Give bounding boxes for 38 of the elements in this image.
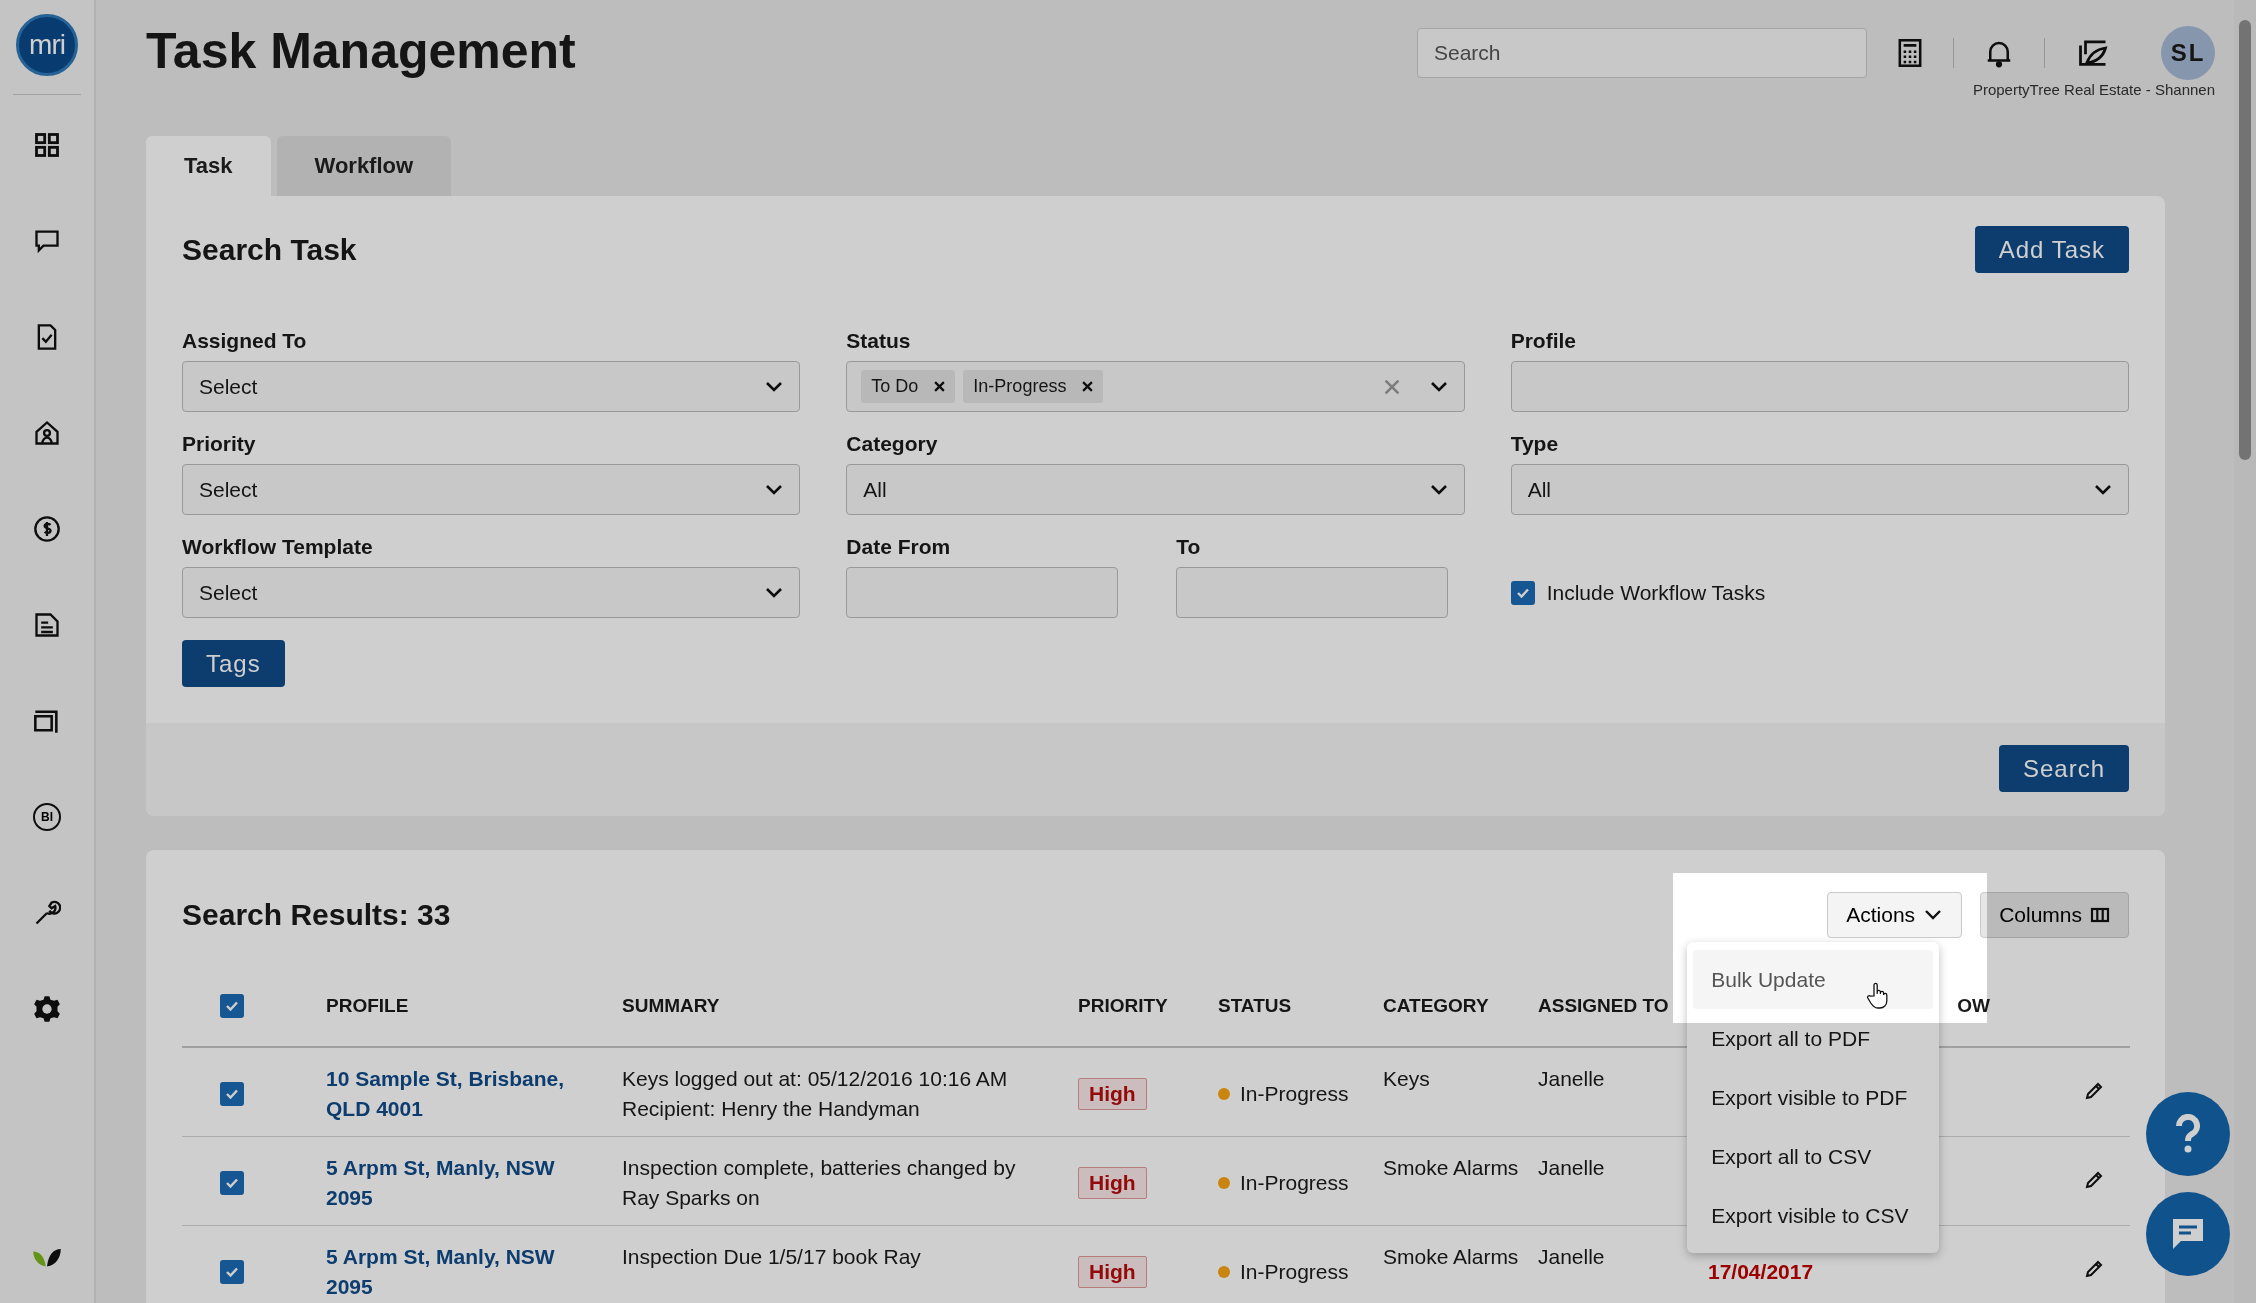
summary-text: Inspection Due 1/5/17 book Ray — [622, 1244, 922, 1270]
column-header: PROFILE — [326, 995, 409, 1016]
field-label: Assigned To — [182, 329, 308, 353]
status-text: In-Progress — [1240, 1081, 1349, 1107]
column-header: SUMMARY — [622, 995, 720, 1016]
company-name: PropertyTree Real Estate - Shannen — [1972, 81, 2215, 98]
category-text: Smoke Alarms — [1383, 1156, 1519, 1179]
column-header: PRIORITY — [1078, 995, 1168, 1016]
field-label: To — [1176, 535, 1202, 559]
column-header: CATEGORY — [1383, 995, 1489, 1016]
checkbox-label: Include Workflow Tasks — [1546, 580, 1766, 605]
chevron-down-icon — [1923, 909, 1944, 921]
menu-item[interactable]: Bulk Update — [1693, 950, 1934, 1009]
field-label: Priority — [182, 432, 257, 456]
field-label: Type — [1510, 432, 1560, 456]
field-label: Category — [846, 432, 939, 456]
panel-title: Search Task — [182, 232, 357, 267]
summary-text: Inspection complete, batteries changed by Ray Sparks on — [622, 1155, 1017, 1211]
status-text: In-Progress — [1240, 1259, 1349, 1285]
column-header: OW — [1957, 995, 1990, 1016]
summary-text: Keys logged out at: 05/12/2016 10:16 AM Recipient: Henry the Handyman — [622, 1066, 1009, 1122]
results-title: Search Results: 33 — [182, 898, 451, 932]
assignee-text: Janelle — [1538, 1156, 1605, 1179]
hand-cursor-icon — [1867, 982, 1890, 1010]
field-label: Profile — [1510, 329, 1577, 353]
category-text: Smoke Alarms — [1383, 1245, 1519, 1268]
assignee-text: Janelle — [1538, 1245, 1605, 1268]
column-header: STATUS — [1218, 995, 1292, 1016]
due-date: 17/04/2017 — [1708, 1260, 1814, 1283]
field-label: Workflow Template — [182, 535, 374, 559]
assignee-text: Janelle — [1538, 1067, 1605, 1090]
actions-button[interactable]: Actions — [1827, 892, 1963, 938]
column-header: ASSIGNED TO — [1538, 995, 1669, 1016]
field-label: Status — [846, 329, 912, 353]
page-title: Task Management — [146, 22, 576, 80]
field-label: Date From — [846, 535, 952, 559]
status-text: In-Progress — [1240, 1170, 1349, 1196]
category-text: Keys — [1383, 1067, 1430, 1090]
